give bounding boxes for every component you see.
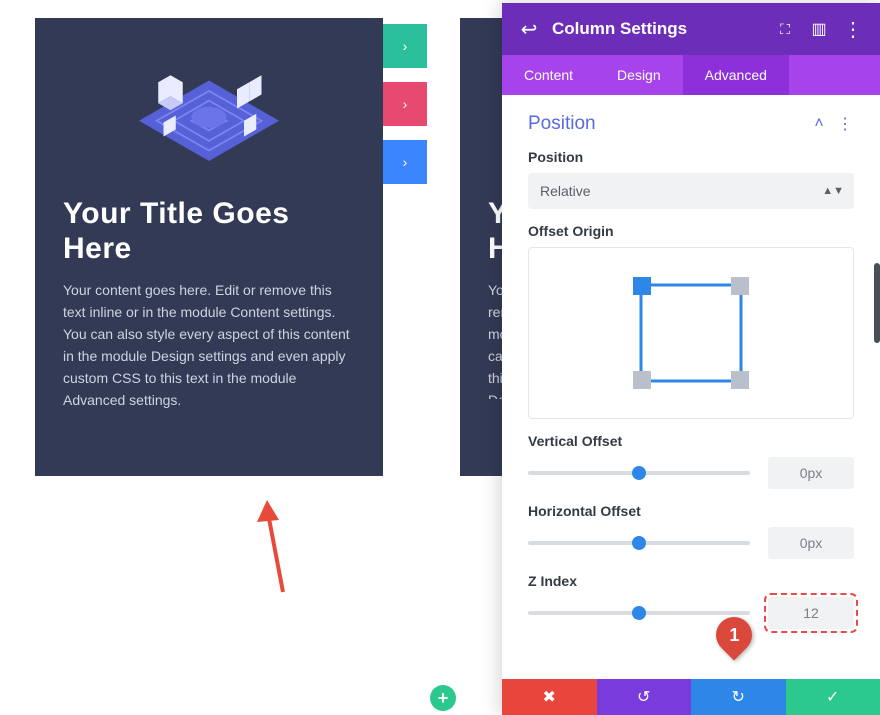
annotation-arrow bbox=[255, 500, 295, 600]
edge-tab-red[interactable]: › bbox=[383, 82, 427, 126]
horizontal-offset-label: Horizontal Offset bbox=[528, 503, 854, 519]
section-header[interactable]: Position ˄ ⋮ bbox=[528, 113, 854, 135]
panel-title: Column Settings bbox=[552, 19, 768, 39]
section-more-button[interactable]: ⋮ bbox=[836, 115, 854, 133]
confirm-button[interactable]: ✓ bbox=[786, 679, 880, 715]
edge-tab-blue[interactable]: › bbox=[383, 140, 427, 184]
slider-thumb[interactable] bbox=[632, 466, 646, 480]
add-button[interactable]: + bbox=[430, 685, 456, 711]
back-icon: ↩ bbox=[521, 17, 538, 42]
panel-footer: ✖ ↺ ↻ ✓ bbox=[502, 679, 880, 715]
content-card[interactable]: Your Title Goes Here Your content goes h… bbox=[35, 18, 383, 476]
drag-icon: ▥ bbox=[811, 19, 826, 39]
redo-icon: ↻ bbox=[732, 687, 745, 707]
section-title: Position bbox=[528, 113, 596, 135]
zindex-slider[interactable] bbox=[528, 611, 750, 615]
drag-button[interactable]: ▥ bbox=[802, 12, 836, 46]
chevron-right-icon: › bbox=[403, 96, 408, 112]
tab-advanced[interactable]: Advanced bbox=[683, 55, 789, 95]
illustration-isometric bbox=[119, 42, 299, 182]
vertical-offset-value[interactable]: 0px bbox=[768, 457, 854, 489]
origin-handle-br[interactable] bbox=[731, 371, 749, 389]
chevron-right-icon: › bbox=[403, 38, 408, 54]
vertical-offset-row: 0px bbox=[528, 457, 854, 489]
card-title: Your Title Goes Here bbox=[63, 196, 355, 267]
horizontal-offset-row: 0px bbox=[528, 527, 854, 559]
chevron-right-icon: › bbox=[403, 154, 408, 170]
check-icon: ✓ bbox=[826, 687, 839, 707]
caret-icon: ▲▼ bbox=[822, 185, 844, 197]
close-icon: ✖ bbox=[543, 687, 556, 707]
horizontal-offset-slider[interactable] bbox=[528, 541, 750, 545]
slider-thumb[interactable] bbox=[632, 536, 646, 550]
card-body: Your content goes here. Edit or remove t… bbox=[63, 279, 355, 412]
zindex-label: Z Index bbox=[528, 573, 854, 589]
chevron-up-icon: ˄ bbox=[814, 115, 823, 133]
horizontal-offset-value[interactable]: 0px bbox=[768, 527, 854, 559]
offset-origin-picker[interactable] bbox=[528, 247, 854, 419]
redo-button[interactable]: ↻ bbox=[691, 679, 786, 715]
origin-handle-tr[interactable] bbox=[731, 277, 749, 295]
slider-thumb[interactable] bbox=[632, 606, 646, 620]
expand-icon: ⛶ bbox=[780, 21, 790, 38]
edge-tabs: › › › bbox=[383, 24, 427, 198]
plus-icon: + bbox=[438, 688, 449, 709]
position-value: Relative bbox=[540, 183, 591, 199]
more-icon: ⋮ bbox=[843, 17, 863, 42]
collapse-button[interactable]: ˄ bbox=[810, 115, 828, 133]
origin-handle-tl[interactable] bbox=[633, 277, 651, 295]
settings-panel: ↩ Column Settings ⛶ ▥ ⋮ Content Design A… bbox=[502, 3, 880, 715]
origin-diagram bbox=[626, 273, 756, 393]
cancel-button[interactable]: ✖ bbox=[502, 679, 597, 715]
tab-content[interactable]: Content bbox=[502, 55, 595, 95]
undo-button[interactable]: ↺ bbox=[597, 679, 692, 715]
undo-icon: ↺ bbox=[637, 687, 650, 707]
offset-origin-label: Offset Origin bbox=[528, 223, 854, 239]
zindex-row: 12 bbox=[528, 597, 854, 629]
back-button[interactable]: ↩ bbox=[512, 12, 546, 46]
panel-header: ↩ Column Settings ⛶ ▥ ⋮ bbox=[502, 3, 880, 55]
position-label: Position bbox=[528, 149, 854, 165]
panel-tabs: Content Design Advanced bbox=[502, 55, 880, 95]
scrollbar[interactable] bbox=[874, 263, 880, 343]
callout-number: 1 bbox=[729, 625, 739, 646]
dots-icon: ⋮ bbox=[837, 114, 853, 134]
edge-tab-green[interactable]: › bbox=[383, 24, 427, 68]
origin-handle-bl[interactable] bbox=[633, 371, 651, 389]
expand-button[interactable]: ⛶ bbox=[768, 12, 802, 46]
vertical-offset-label: Vertical Offset bbox=[528, 433, 854, 449]
more-button[interactable]: ⋮ bbox=[836, 12, 870, 46]
position-select[interactable]: Relative ▲▼ bbox=[528, 173, 854, 209]
annotation-callout-1: 1 bbox=[716, 617, 756, 657]
vertical-offset-slider[interactable] bbox=[528, 471, 750, 475]
tab-design[interactable]: Design bbox=[595, 55, 683, 95]
page-canvas: Your Title Goes Here Your content goes h… bbox=[0, 0, 502, 715]
panel-body: Position ˄ ⋮ Position Relative ▲▼ Offset… bbox=[502, 95, 880, 679]
zindex-value[interactable]: 12 bbox=[768, 597, 854, 629]
